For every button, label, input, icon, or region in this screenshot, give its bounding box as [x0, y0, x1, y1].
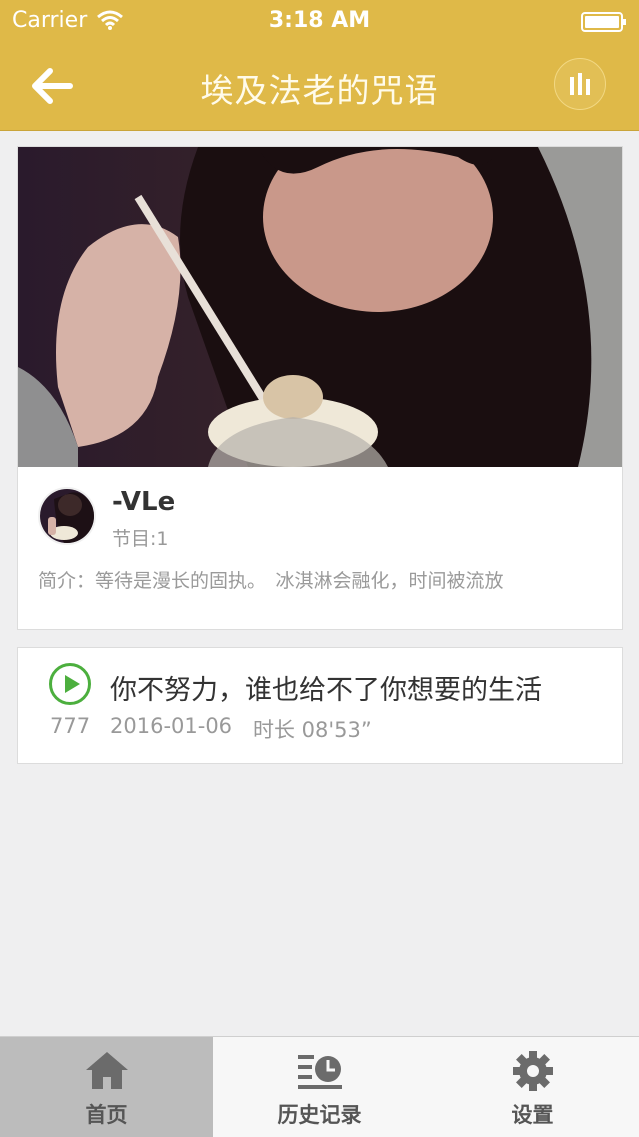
episode-list-item[interactable]: 你不努力，谁也给不了你想要的生活 777 2016-01-06 时长 08'53…	[17, 647, 623, 764]
page-title: 埃及法老的咒语	[200, 71, 439, 110]
publish-date: 2016-01-06	[110, 714, 233, 738]
home-icon	[85, 1052, 128, 1089]
equalizer-icon	[570, 73, 590, 95]
episode-title[interactable]: 你不努力，谁也给不了你想要的生活	[110, 668, 542, 707]
album-card: -VLe 节目:1 简介：等待是漫长的固执。 冰淇淋会融化，时间被流放	[17, 146, 623, 630]
author-name[interactable]: -VLe	[112, 487, 175, 517]
app-header: Carrier 3:18 AM 埃及法老的咒语	[0, 0, 639, 131]
play-icon[interactable]	[48, 662, 92, 706]
author-avatar[interactable]	[38, 487, 96, 545]
episode-count: 节目:1	[112, 528, 169, 550]
back-button[interactable]	[26, 60, 78, 112]
status-time: 3:18 AM	[268, 8, 371, 33]
tab-settings[interactable]: 设置	[426, 1037, 639, 1137]
battery-icon	[581, 12, 626, 32]
tab-history-label: 历史记录	[277, 1103, 362, 1127]
history-icon	[297, 1055, 342, 1089]
gear-icon	[512, 1051, 553, 1091]
tab-history[interactable]: 历史记录	[213, 1037, 426, 1137]
tab-home-label: 首页	[85, 1103, 128, 1127]
now-playing-button[interactable]	[554, 58, 606, 110]
tab-bar: 首页 历史记录 设置	[0, 1036, 639, 1137]
arrow-left-icon	[32, 68, 73, 104]
tab-home[interactable]: 首页	[0, 1037, 213, 1137]
album-intro: 简介：等待是漫长的固执。 冰淇淋会融化，时间被流放	[38, 570, 504, 592]
tab-settings-label: 设置	[511, 1103, 554, 1127]
album-cover-image	[18, 147, 622, 467]
status-bar: Carrier 3:18 AM	[0, 0, 639, 42]
play-count: 777	[50, 714, 91, 738]
episode-duration: 时长 08'53”	[253, 718, 372, 742]
